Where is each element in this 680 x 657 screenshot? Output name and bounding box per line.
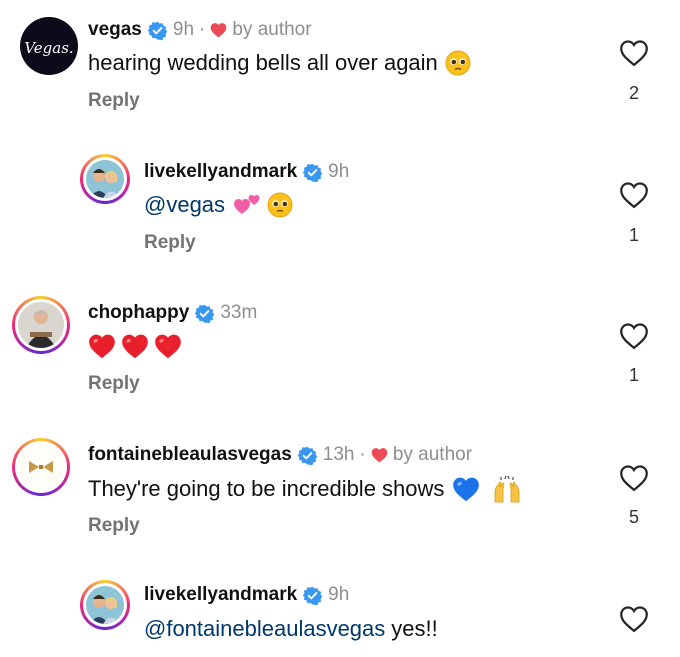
- username[interactable]: livekellyandmark: [144, 161, 297, 183]
- by-author-label: by author: [392, 444, 473, 465]
- like-count: 1: [628, 365, 639, 385]
- verified-badge-icon: [303, 586, 323, 605]
- red-heart-emoji-icon: [122, 334, 148, 359]
- like-count: 5: [628, 507, 639, 527]
- separator-dot: ·: [359, 444, 366, 465]
- separator-dot: ·: [199, 19, 206, 40]
- comment-meta: chophappy 33m: [88, 302, 257, 324]
- avatar-fontainebleaulasvegas[interactable]: [12, 438, 70, 496]
- comment-text: @fontainebleaulasvegas yes!!: [144, 616, 438, 642]
- mention-link[interactable]: @fontainebleaulasvegas: [144, 616, 385, 642]
- red-heart-emoji-icon: [89, 334, 115, 359]
- comment-text: They're going to be incredible shows: [88, 474, 522, 504]
- comment-time: 9h: [328, 161, 350, 182]
- comment-meta: livekellyandmark 9h: [144, 584, 349, 606]
- red-heart-icon: [211, 23, 227, 38]
- comment-meta: livekellyandmark 9h: [144, 161, 349, 183]
- comment-text: [88, 333, 182, 359]
- red-heart-emoji-icon: [155, 334, 181, 359]
- heart-outline-icon[interactable]: [619, 322, 649, 350]
- comment-text-body: yes!!: [391, 616, 438, 641]
- vegas-logo-text: Vegas.: [24, 39, 73, 57]
- comment-meta: vegas 9h · by author: [88, 19, 312, 41]
- two-hearts-icon: [234, 195, 260, 214]
- raising-hands-emoji-icon: [495, 475, 520, 503]
- like-count: 1: [628, 225, 639, 245]
- reply-button[interactable]: Reply: [144, 232, 196, 254]
- reply-button[interactable]: Reply: [88, 515, 140, 537]
- mention-link[interactable]: @vegas: [144, 192, 225, 218]
- comment-text-body: They're going to be incredible shows: [88, 476, 445, 501]
- reply-button[interactable]: Reply: [88, 373, 140, 395]
- verified-badge-icon: [297, 446, 317, 465]
- verified-badge-icon: [147, 21, 167, 40]
- comment-meta: fontainebleaulasvegas 13h · by author: [88, 444, 472, 466]
- liked-by-author: by author: [210, 19, 312, 41]
- vegas-logo-icon: Vegas.: [24, 39, 73, 57]
- username[interactable]: chophappy: [88, 302, 189, 324]
- avatar-vegas[interactable]: Vegas.: [20, 17, 78, 75]
- comment-time: 13h: [322, 444, 355, 465]
- profile-photo-icon: [86, 160, 124, 198]
- pleading-face-icon: [267, 192, 293, 218]
- username[interactable]: fontainebleaulasvegas: [88, 444, 292, 466]
- blue-heart-emoji-icon: [453, 477, 480, 502]
- heart-outline-icon[interactable]: [619, 464, 649, 492]
- liked-by-author: by author: [371, 444, 472, 466]
- username[interactable]: livekellyandmark: [144, 584, 297, 606]
- bowtie-logo-icon: [18, 444, 64, 490]
- avatar-livekellyandmark[interactable]: [80, 154, 130, 204]
- heart-outline-icon[interactable]: [619, 605, 649, 633]
- by-author-label: by author: [232, 19, 312, 40]
- red-heart-icon: [371, 448, 388, 463]
- profile-photo-icon: [86, 586, 124, 624]
- avatar-livekellyandmark[interactable]: [80, 580, 130, 630]
- comment-time: 9h: [328, 584, 350, 605]
- avatar-chophappy[interactable]: [12, 296, 70, 354]
- comment-time: 9h: [172, 19, 195, 40]
- username[interactable]: vegas: [88, 19, 142, 41]
- pleading-face-icon: [445, 50, 471, 76]
- like-count: 2: [628, 83, 639, 103]
- verified-badge-icon: [303, 163, 323, 182]
- comment-text: hearing wedding bells all over again: [88, 50, 471, 76]
- verified-badge-icon: [195, 304, 215, 323]
- profile-photo-icon: [18, 302, 64, 348]
- comment-time: 33m: [220, 302, 258, 323]
- comment-text: @vegas: [144, 192, 293, 218]
- reply-button[interactable]: Reply: [88, 90, 140, 112]
- heart-outline-icon[interactable]: [619, 39, 649, 67]
- heart-outline-icon[interactable]: [619, 181, 649, 209]
- comment-text-body: hearing wedding bells all over again: [88, 50, 438, 75]
